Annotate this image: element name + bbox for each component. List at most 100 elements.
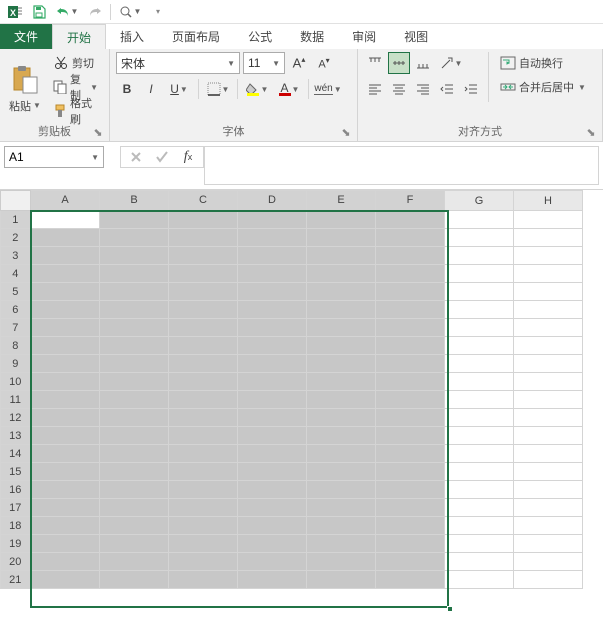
cell[interactable] (445, 211, 514, 229)
cell[interactable] (514, 553, 583, 571)
cell[interactable] (376, 553, 445, 571)
font-name-combo[interactable]: 宋体▼ (116, 52, 240, 74)
cell[interactable] (31, 553, 100, 571)
underline-button[interactable]: U▼ (164, 78, 194, 100)
cell[interactable] (514, 427, 583, 445)
cell[interactable] (31, 355, 100, 373)
cell[interactable] (307, 229, 376, 247)
cell[interactable] (445, 499, 514, 517)
fill-color-button[interactable]: ▼ (242, 78, 272, 100)
cell[interactable] (169, 445, 238, 463)
cell[interactable] (307, 265, 376, 283)
column-header[interactable]: A (31, 191, 100, 211)
align-top-button[interactable] (364, 52, 386, 74)
cell[interactable] (238, 427, 307, 445)
cell[interactable] (307, 319, 376, 337)
cell[interactable] (307, 301, 376, 319)
tab-home[interactable]: 开始 (52, 24, 106, 49)
cell[interactable] (169, 247, 238, 265)
cell[interactable] (31, 535, 100, 553)
cell[interactable] (445, 337, 514, 355)
row-header[interactable]: 2 (1, 229, 31, 247)
cell[interactable] (514, 463, 583, 481)
cell[interactable] (100, 499, 169, 517)
cell[interactable] (238, 337, 307, 355)
cell[interactable] (238, 265, 307, 283)
cell[interactable] (376, 391, 445, 409)
cell[interactable] (376, 247, 445, 265)
cell[interactable] (514, 535, 583, 553)
paste-button[interactable]: 粘贴▼ (6, 52, 44, 125)
cell[interactable] (307, 517, 376, 535)
cell[interactable] (376, 571, 445, 589)
cell[interactable] (445, 265, 514, 283)
column-header[interactable]: H (514, 191, 583, 211)
cell[interactable] (307, 211, 376, 229)
align-launcher[interactable]: ⬊ (584, 126, 598, 140)
cell[interactable] (100, 463, 169, 481)
cell[interactable] (376, 211, 445, 229)
cell[interactable] (100, 409, 169, 427)
cell[interactable] (445, 535, 514, 553)
formula-input[interactable] (204, 146, 599, 185)
cell[interactable] (445, 373, 514, 391)
row-header[interactable]: 12 (1, 409, 31, 427)
cell[interactable] (307, 373, 376, 391)
name-box-input[interactable] (9, 150, 69, 164)
sheet-table[interactable]: ABCDEFGH12345678910111213141516171819202… (0, 190, 583, 589)
cell[interactable] (307, 247, 376, 265)
cell[interactable] (376, 319, 445, 337)
orientation-button[interactable]: ▼ (436, 52, 466, 74)
row-header[interactable]: 21 (1, 571, 31, 589)
cell[interactable] (169, 517, 238, 535)
cell[interactable] (31, 517, 100, 535)
row-header[interactable]: 4 (1, 265, 31, 283)
select-all-corner[interactable] (1, 191, 31, 211)
cell[interactable] (376, 445, 445, 463)
cell[interactable] (100, 229, 169, 247)
cell[interactable] (100, 391, 169, 409)
borders-button[interactable]: ▼ (203, 78, 233, 100)
cell[interactable] (31, 211, 100, 229)
cell[interactable] (376, 301, 445, 319)
row-header[interactable]: 17 (1, 499, 31, 517)
cell[interactable] (307, 553, 376, 571)
cell[interactable] (238, 445, 307, 463)
cell[interactable] (169, 319, 238, 337)
row-header[interactable]: 18 (1, 517, 31, 535)
format-painter-button[interactable]: 格式刷 (48, 100, 103, 122)
cell[interactable] (376, 463, 445, 481)
cell[interactable] (238, 391, 307, 409)
tab-review[interactable]: 审阅 (338, 24, 390, 49)
cell[interactable] (376, 265, 445, 283)
column-header[interactable]: F (376, 191, 445, 211)
cell[interactable] (307, 463, 376, 481)
row-header[interactable]: 15 (1, 463, 31, 481)
align-left-button[interactable] (364, 78, 386, 100)
tab-view[interactable]: 视图 (390, 24, 442, 49)
redo-button[interactable] (84, 1, 106, 23)
undo-button[interactable]: ▼ (52, 1, 82, 23)
cell[interactable] (169, 211, 238, 229)
row-header[interactable]: 1 (1, 211, 31, 229)
cell[interactable] (31, 265, 100, 283)
align-middle-button[interactable] (388, 52, 410, 74)
cell[interactable] (307, 445, 376, 463)
cell[interactable] (31, 229, 100, 247)
row-header[interactable]: 3 (1, 247, 31, 265)
cell[interactable] (100, 481, 169, 499)
cell[interactable] (238, 319, 307, 337)
cell[interactable] (100, 571, 169, 589)
cell[interactable] (100, 319, 169, 337)
cell[interactable] (169, 553, 238, 571)
cell[interactable] (31, 301, 100, 319)
decrease-indent-button[interactable] (436, 78, 458, 100)
cell[interactable] (100, 445, 169, 463)
cell[interactable] (445, 427, 514, 445)
row-header[interactable]: 5 (1, 283, 31, 301)
cancel-formula-button[interactable] (123, 147, 149, 167)
fill-handle[interactable] (447, 606, 453, 612)
cell[interactable] (169, 373, 238, 391)
phonetic-button[interactable]: wén▼ (313, 78, 343, 100)
cell[interactable] (514, 283, 583, 301)
